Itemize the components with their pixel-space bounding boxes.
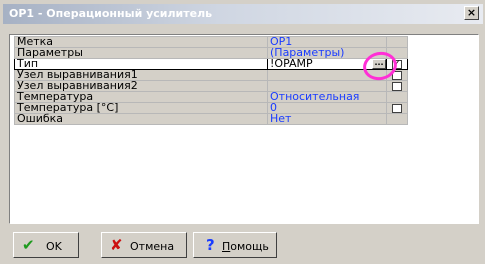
property-check-cell <box>386 102 408 114</box>
row-checkbox[interactable]: ✓ <box>392 59 402 69</box>
property-check-cell <box>386 91 408 103</box>
property-row[interactable]: Параметры (Параметры) <box>14 47 408 59</box>
property-value-text: !OPAMP <box>270 57 313 70</box>
ok-button[interactable]: ✔ OK <box>13 232 79 258</box>
title-bar: OP1 - Операционный усилитель × <box>3 4 483 24</box>
window-title: OP1 - Операционный усилитель <box>9 7 213 20</box>
property-value[interactable]: Нет <box>267 112 387 125</box>
property-name: Ошибка <box>14 113 268 125</box>
question-icon: ? <box>206 236 215 254</box>
property-check-cell: ✓ <box>386 58 408 70</box>
property-check-cell <box>386 113 408 125</box>
property-row[interactable]: Ошибка Нет <box>14 112 408 125</box>
property-check-cell <box>386 80 408 92</box>
property-check-cell <box>386 47 408 59</box>
properties-dialog: OP1 - Операционный усилитель × Метка OP1 П… <box>3 0 483 264</box>
property-value-text: Относительная <box>270 90 360 103</box>
cancel-button[interactable]: ✘ Отмена <box>101 232 187 258</box>
property-table: Метка OP1 Параметры (Параметры) Тип !OPAMP...… <box>14 36 408 125</box>
row-checkbox[interactable] <box>392 103 402 113</box>
row-checkbox[interactable] <box>392 81 402 91</box>
help-button[interactable]: ? Помощь <box>193 232 277 258</box>
ellipsis-button[interactable]: ... <box>372 59 386 69</box>
close-button[interactable]: × <box>464 6 479 20</box>
cancel-label: Отмена <box>130 240 175 253</box>
property-row[interactable]: Температура [°C] 0 <box>14 102 408 114</box>
property-value[interactable]: !OPAMP... <box>267 57 387 70</box>
property-check-cell <box>386 36 408 48</box>
property-value-text: Нет <box>270 112 292 125</box>
property-name: Параметры <box>14 47 268 59</box>
property-grid: Метка OP1 Параметры (Параметры) Тип !OPAMP...… <box>9 34 479 224</box>
check-icon: ✔ <box>22 236 35 254</box>
property-value[interactable] <box>267 69 387 81</box>
x-icon: ✘ <box>110 236 123 254</box>
ok-label: OK <box>46 240 62 253</box>
property-value[interactable]: Относительная <box>267 90 387 103</box>
row-checkbox[interactable] <box>392 70 402 80</box>
help-label: Помощь <box>222 240 269 253</box>
property-check-cell <box>386 69 408 81</box>
